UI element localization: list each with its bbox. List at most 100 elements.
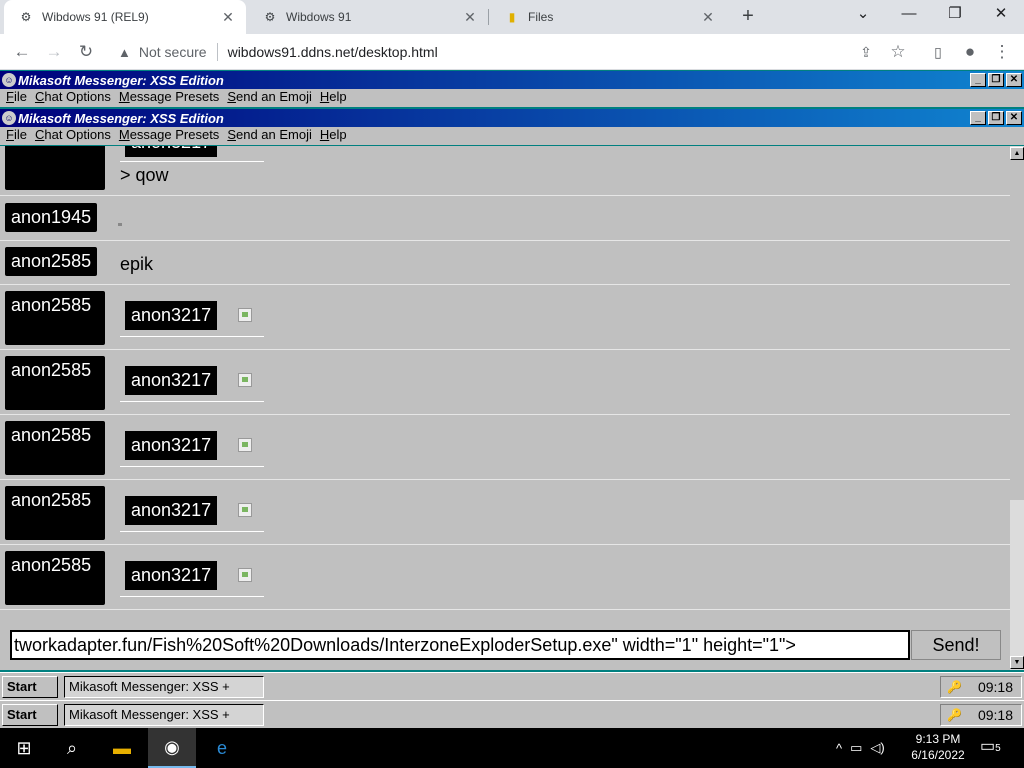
start-button[interactable]: Start bbox=[2, 676, 58, 698]
send-button[interactable]: Send! bbox=[911, 630, 1001, 660]
broken-image-icon bbox=[238, 503, 252, 517]
tray-clock: 09:18 bbox=[977, 679, 1013, 695]
menu-file[interactable]: File bbox=[6, 89, 27, 107]
system-clock[interactable]: 9:13 PM 6/16/2022 bbox=[902, 731, 974, 763]
notification-icon[interactable]: ▭5 bbox=[980, 736, 1001, 756]
search-icon[interactable]: ⌕ bbox=[48, 728, 96, 768]
close-window-icon[interactable]: ✕ bbox=[978, 0, 1024, 30]
tab-files[interactable]: ▮ Files ✕ bbox=[490, 0, 726, 34]
internet-explorer-icon[interactable]: e bbox=[198, 728, 246, 768]
menu-message-presets[interactable]: Message Presets bbox=[119, 127, 219, 145]
chrome-menu-icon[interactable]: ⋮ bbox=[988, 38, 1016, 66]
volume-icon[interactable]: ◁) bbox=[870, 740, 884, 756]
bookmark-star-icon[interactable]: ☆ bbox=[884, 38, 912, 66]
username-badge: anon1945 bbox=[5, 203, 98, 232]
menu-help[interactable]: Help bbox=[320, 89, 347, 107]
chat-scrollbar[interactable]: ▲ ▼ bbox=[1010, 146, 1024, 670]
broken-image-icon bbox=[118, 223, 122, 226]
chrome-icon[interactable]: ◉ bbox=[148, 728, 196, 768]
menu-message-presets[interactable]: Message Presets bbox=[119, 89, 219, 107]
scroll-thumb[interactable] bbox=[1010, 160, 1024, 500]
key-icon[interactable]: 🔑 bbox=[947, 705, 962, 725]
task-label: Mikasoft Messenger: XSS + bbox=[69, 707, 230, 722]
maximize-icon[interactable]: ❐ bbox=[988, 73, 1004, 87]
username-badge bbox=[5, 146, 105, 190]
messenger-icon: ☺ bbox=[2, 111, 16, 125]
close-icon[interactable]: ✕ bbox=[1006, 73, 1022, 87]
menu-chat-options[interactable]: Chat Options bbox=[35, 127, 111, 145]
windows-start-icon[interactable]: ⊞ bbox=[0, 728, 48, 768]
window-titlebar[interactable]: ☺ Mikasoft Messenger: XSS Edition _ ❐ ✕ bbox=[0, 71, 1024, 89]
start-button[interactable]: Start bbox=[2, 704, 58, 726]
security-label[interactable]: Not secure bbox=[139, 44, 207, 60]
chat-message: anon2585 anon3217 bbox=[0, 285, 1010, 350]
address-bar[interactable]: ▲ Not secure wibdows91.ddns.net/desktop.… bbox=[108, 38, 892, 66]
restore-icon[interactable]: ❐ bbox=[932, 0, 978, 30]
chevron-up-icon[interactable]: ^ bbox=[836, 741, 842, 756]
chat-message: anon2585 anon3217 bbox=[0, 415, 1010, 480]
tab-wibdows[interactable]: ⚙ Wibdows 91 ✕ bbox=[248, 0, 488, 34]
username-badge: anon2585 bbox=[5, 421, 105, 475]
menu-send-emoji[interactable]: Send an Emoji bbox=[227, 127, 312, 145]
file-explorer-icon[interactable]: ▬ bbox=[98, 728, 146, 768]
url-text[interactable]: wibdows91.ddns.net/desktop.html bbox=[228, 44, 438, 60]
quoted-username: anon3217 bbox=[125, 496, 218, 525]
chat-log[interactable]: anon3217 > qow anon1945 anon2585 epik an… bbox=[0, 146, 1010, 610]
clock-date: 6/16/2022 bbox=[911, 748, 965, 762]
side-panel-icon[interactable]: ▯ bbox=[924, 38, 952, 66]
wibdows-favicon: ⚙ bbox=[20, 10, 32, 24]
tab-title: Wibdows 91 bbox=[286, 10, 352, 24]
start-label: Start bbox=[7, 707, 37, 722]
chat-message: anon2585 anon3217 bbox=[0, 350, 1010, 415]
wibdows-favicon: ⚙ bbox=[264, 10, 276, 24]
tab-separator bbox=[488, 9, 489, 25]
minimize-icon[interactable]: _ bbox=[970, 111, 986, 125]
chat-message: anon2585 epik bbox=[0, 241, 1010, 285]
menu-file[interactable]: File bbox=[6, 127, 27, 145]
tab-wibdows-rel9[interactable]: ⚙ Wibdows 91 (REL9) ✕ bbox=[4, 0, 246, 34]
warning-icon[interactable]: ▲ bbox=[118, 45, 131, 60]
chat-message: anon2585 anon3217 bbox=[0, 480, 1010, 545]
menu-chat-options[interactable]: Chat Options bbox=[35, 89, 111, 107]
window-title: Mikasoft Messenger: XSS Edition bbox=[18, 72, 224, 88]
broken-image-icon bbox=[238, 568, 252, 582]
quote-block: anon3217 bbox=[120, 555, 264, 597]
taskbar-item-messenger[interactable]: Mikasoft Messenger: XSS + bbox=[64, 704, 264, 726]
message-input[interactable]: tworkadapter.fun/Fish%20Soft%20Downloads… bbox=[10, 630, 910, 660]
quoted-username: anon3217 bbox=[125, 146, 218, 157]
broken-image-icon bbox=[238, 373, 252, 387]
maximize-icon[interactable]: ❐ bbox=[988, 111, 1004, 125]
profile-avatar-icon[interactable]: ● bbox=[956, 38, 984, 66]
back-icon[interactable]: ← bbox=[8, 38, 36, 66]
share-icon[interactable]: ⇪ bbox=[852, 38, 880, 66]
key-icon[interactable]: 🔑 bbox=[947, 677, 962, 697]
browser-toolbar: ← → ↻ ▲ Not secure wibdows91.ddns.net/de… bbox=[0, 34, 1024, 70]
close-tab-icon[interactable]: ✕ bbox=[698, 9, 718, 26]
forward-icon[interactable]: → bbox=[40, 38, 68, 66]
menu-send-emoji[interactable]: Send an Emoji bbox=[227, 89, 312, 107]
task-label: Mikasoft Messenger: XSS + bbox=[69, 679, 230, 694]
minimize-icon[interactable]: — bbox=[886, 0, 932, 30]
username-badge: anon2585 bbox=[5, 486, 105, 540]
new-tab-button[interactable]: + bbox=[736, 4, 760, 28]
menu-help[interactable]: Help bbox=[320, 127, 347, 145]
close-icon[interactable]: ✕ bbox=[1006, 111, 1022, 125]
scroll-up-icon[interactable]: ▲ bbox=[1010, 147, 1024, 160]
clock-time: 9:13 PM bbox=[915, 732, 961, 746]
browser-tab-strip: ⚙ Wibdows 91 (REL9) ✕ ⚙ Wibdows 91 ✕ ▮ F… bbox=[0, 0, 1024, 34]
close-tab-icon[interactable]: ✕ bbox=[460, 9, 480, 26]
message-input-value[interactable]: tworkadapter.fun/Fish%20Soft%20Downloads… bbox=[14, 635, 796, 655]
minimize-icon[interactable]: _ bbox=[970, 73, 986, 87]
close-tab-icon[interactable]: ✕ bbox=[218, 9, 238, 26]
tray-clock: 09:18 bbox=[977, 707, 1013, 723]
wibdows-taskbar: Start Mikasoft Messenger: XSS + 🔑 09:18 bbox=[0, 700, 1024, 728]
quote-block: anon3217 bbox=[120, 490, 264, 532]
message-text: > qow bbox=[120, 165, 169, 185]
wibdows-taskbar: Start Mikasoft Messenger: XSS + 🔑 09:18 bbox=[0, 672, 1024, 700]
network-icon[interactable]: ▭ bbox=[850, 740, 862, 756]
scroll-down-icon[interactable]: ▼ bbox=[1010, 656, 1024, 669]
window-titlebar[interactable]: ☺ Mikasoft Messenger: XSS Edition _ ❐ ✕ bbox=[0, 109, 1024, 127]
reload-icon[interactable]: ↻ bbox=[72, 38, 100, 66]
tab-search-icon[interactable]: ⌄ bbox=[840, 0, 886, 30]
taskbar-item-messenger[interactable]: Mikasoft Messenger: XSS + bbox=[64, 676, 264, 698]
